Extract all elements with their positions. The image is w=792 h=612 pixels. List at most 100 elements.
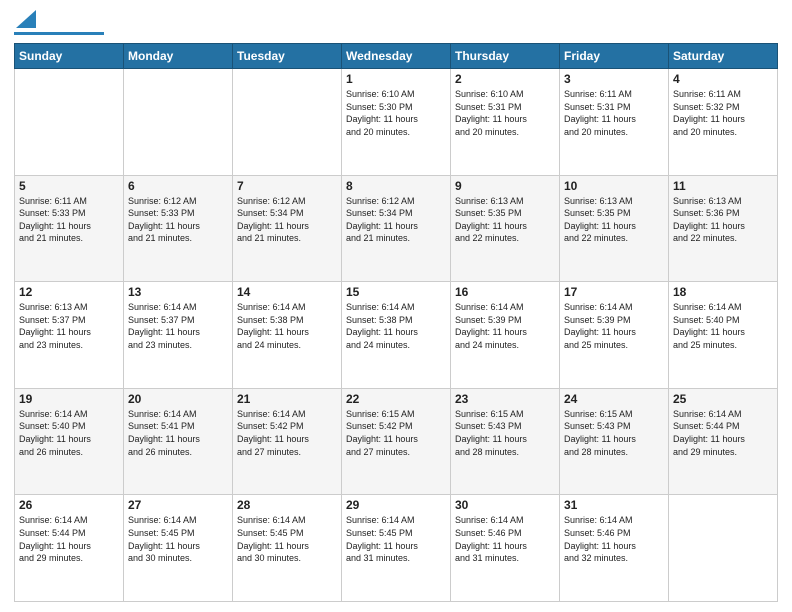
day-number-17: 17 <box>564 285 664 299</box>
day-info-7: Sunrise: 6:12 AM Sunset: 5:34 PM Dayligh… <box>237 195 337 245</box>
day-info-30: Sunrise: 6:14 AM Sunset: 5:46 PM Dayligh… <box>455 514 555 564</box>
day-info-16: Sunrise: 6:14 AM Sunset: 5:39 PM Dayligh… <box>455 301 555 351</box>
calendar-cell-4-2: 28 Sunrise: 6:14 AM Sunset: 5:45 PM Dayli… <box>233 495 342 602</box>
header-saturday: Saturday <box>669 44 778 69</box>
day-info-31: Sunrise: 6:14 AM Sunset: 5:46 PM Dayligh… <box>564 514 664 564</box>
calendar-cell-1-3: 8Sunrise: 6:12 AM Sunset: 5:34 PM Daylig… <box>342 175 451 282</box>
day-number-14: 14 <box>237 285 337 299</box>
calendar-cell-4-3: 29Sunrise: 6:14 AM Sunset: 5:45 PM Dayli… <box>342 495 451 602</box>
calendar-cell-3-4: 23 Sunrise: 6:15 AM Sunset: 5:43 PM Dayli… <box>451 388 560 495</box>
page: Sunday Monday Tuesday Wednesday Thursday… <box>0 0 792 612</box>
calendar-cell-4-5: 31 Sunrise: 6:14 AM Sunset: 5:46 PM Dayli… <box>560 495 669 602</box>
day-number-22: 22 <box>346 392 446 406</box>
day-info-12: Sunrise: 6:13 AM Sunset: 5:37 PM Dayligh… <box>19 301 119 351</box>
day-info-8: Sunrise: 6:12 AM Sunset: 5:34 PM Dayligh… <box>346 195 446 245</box>
day-number-15: 15 <box>346 285 446 299</box>
day-number-30: 30 <box>455 498 555 512</box>
calendar-cell-3-6: 25 Sunrise: 6:14 AM Sunset: 5:44 PM Dayli… <box>669 388 778 495</box>
week-row-5: 26 Sunrise: 6:14 AM Sunset: 5:44 PM Dayli… <box>15 495 778 602</box>
header-friday: Friday <box>560 44 669 69</box>
header-thursday: Thursday <box>451 44 560 69</box>
calendar-cell-1-1: 6Sunrise: 6:12 AM Sunset: 5:33 PM Daylig… <box>124 175 233 282</box>
calendar-cell-3-3: 22Sunrise: 6:15 AM Sunset: 5:42 PM Dayli… <box>342 388 451 495</box>
header-monday: Monday <box>124 44 233 69</box>
day-info-27: Sunrise: 6:14 AM Sunset: 5:45 PM Dayligh… <box>128 514 228 564</box>
day-number-9: 9 <box>455 179 555 193</box>
day-info-26: Sunrise: 6:14 AM Sunset: 5:44 PM Dayligh… <box>19 514 119 564</box>
calendar-cell-4-1: 27 Sunrise: 6:14 AM Sunset: 5:45 PM Dayli… <box>124 495 233 602</box>
day-info-2: Sunrise: 6:10 AM Sunset: 5:31 PM Dayligh… <box>455 88 555 138</box>
calendar-cell-4-0: 26 Sunrise: 6:14 AM Sunset: 5:44 PM Dayli… <box>15 495 124 602</box>
calendar-cell-1-6: 11 Sunrise: 6:13 AM Sunset: 5:36 PM Dayli… <box>669 175 778 282</box>
calendar-cell-1-5: 10 Sunrise: 6:13 AM Sunset: 5:35 PM Dayli… <box>560 175 669 282</box>
calendar-cell-3-2: 21 Sunrise: 6:14 AM Sunset: 5:42 PM Dayli… <box>233 388 342 495</box>
day-info-6: Sunrise: 6:12 AM Sunset: 5:33 PM Dayligh… <box>128 195 228 245</box>
calendar-cell-3-5: 24Sunrise: 6:15 AM Sunset: 5:43 PM Dayli… <box>560 388 669 495</box>
week-row-4: 19 Sunrise: 6:14 AM Sunset: 5:40 PM Dayli… <box>15 388 778 495</box>
calendar-cell-0-3: 1 Sunrise: 6:10 AM Sunset: 5:30 PM Daylig… <box>342 69 451 176</box>
day-number-28: 28 <box>237 498 337 512</box>
day-info-10: Sunrise: 6:13 AM Sunset: 5:35 PM Dayligh… <box>564 195 664 245</box>
logo <box>14 10 104 35</box>
day-number-1: 1 <box>346 72 446 86</box>
day-info-23: Sunrise: 6:15 AM Sunset: 5:43 PM Dayligh… <box>455 408 555 458</box>
day-number-3: 3 <box>564 72 664 86</box>
calendar-cell-0-1 <box>124 69 233 176</box>
calendar-cell-3-1: 20 Sunrise: 6:14 AM Sunset: 5:41 PM Dayli… <box>124 388 233 495</box>
day-info-13: Sunrise: 6:14 AM Sunset: 5:37 PM Dayligh… <box>128 301 228 351</box>
calendar-cell-2-4: 16Sunrise: 6:14 AM Sunset: 5:39 PM Dayli… <box>451 282 560 389</box>
day-number-23: 23 <box>455 392 555 406</box>
day-number-29: 29 <box>346 498 446 512</box>
day-info-28: Sunrise: 6:14 AM Sunset: 5:45 PM Dayligh… <box>237 514 337 564</box>
day-info-20: Sunrise: 6:14 AM Sunset: 5:41 PM Dayligh… <box>128 408 228 458</box>
day-info-11: Sunrise: 6:13 AM Sunset: 5:36 PM Dayligh… <box>673 195 773 245</box>
calendar-cell-2-6: 18 Sunrise: 6:14 AM Sunset: 5:40 PM Dayli… <box>669 282 778 389</box>
calendar-cell-3-0: 19 Sunrise: 6:14 AM Sunset: 5:40 PM Dayli… <box>15 388 124 495</box>
day-number-18: 18 <box>673 285 773 299</box>
day-number-24: 24 <box>564 392 664 406</box>
logo-underline <box>14 32 104 35</box>
header-wednesday: Wednesday <box>342 44 451 69</box>
calendar-cell-2-2: 14 Sunrise: 6:14 AM Sunset: 5:38 PM Dayli… <box>233 282 342 389</box>
day-info-15: Sunrise: 6:14 AM Sunset: 5:38 PM Dayligh… <box>346 301 446 351</box>
day-number-4: 4 <box>673 72 773 86</box>
day-info-4: Sunrise: 6:11 AM Sunset: 5:32 PM Dayligh… <box>673 88 773 138</box>
calendar-cell-0-0 <box>15 69 124 176</box>
day-info-21: Sunrise: 6:14 AM Sunset: 5:42 PM Dayligh… <box>237 408 337 458</box>
calendar-cell-4-4: 30 Sunrise: 6:14 AM Sunset: 5:46 PM Dayli… <box>451 495 560 602</box>
day-number-19: 19 <box>19 392 119 406</box>
calendar-cell-2-0: 12 Sunrise: 6:13 AM Sunset: 5:37 PM Dayli… <box>15 282 124 389</box>
logo-icon <box>16 10 36 28</box>
day-info-9: Sunrise: 6:13 AM Sunset: 5:35 PM Dayligh… <box>455 195 555 245</box>
day-number-20: 20 <box>128 392 228 406</box>
day-number-13: 13 <box>128 285 228 299</box>
day-info-18: Sunrise: 6:14 AM Sunset: 5:40 PM Dayligh… <box>673 301 773 351</box>
calendar-cell-0-5: 3Sunrise: 6:11 AM Sunset: 5:31 PM Daylig… <box>560 69 669 176</box>
day-number-5: 5 <box>19 179 119 193</box>
day-number-7: 7 <box>237 179 337 193</box>
calendar-cell-1-2: 7 Sunrise: 6:12 AM Sunset: 5:34 PM Daylig… <box>233 175 342 282</box>
day-number-27: 27 <box>128 498 228 512</box>
calendar-cell-2-3: 15 Sunrise: 6:14 AM Sunset: 5:38 PM Dayli… <box>342 282 451 389</box>
header-tuesday: Tuesday <box>233 44 342 69</box>
day-number-26: 26 <box>19 498 119 512</box>
day-number-31: 31 <box>564 498 664 512</box>
calendar-cell-0-4: 2 Sunrise: 6:10 AM Sunset: 5:31 PM Daylig… <box>451 69 560 176</box>
calendar-table: Sunday Monday Tuesday Wednesday Thursday… <box>14 43 778 602</box>
week-row-3: 12 Sunrise: 6:13 AM Sunset: 5:37 PM Dayli… <box>15 282 778 389</box>
day-number-2: 2 <box>455 72 555 86</box>
calendar-cell-2-5: 17 Sunrise: 6:14 AM Sunset: 5:39 PM Dayli… <box>560 282 669 389</box>
calendar-cell-0-6: 4 Sunrise: 6:11 AM Sunset: 5:32 PM Daylig… <box>669 69 778 176</box>
calendar-cell-1-4: 9 Sunrise: 6:13 AM Sunset: 5:35 PM Daylig… <box>451 175 560 282</box>
day-info-19: Sunrise: 6:14 AM Sunset: 5:40 PM Dayligh… <box>19 408 119 458</box>
day-info-1: Sunrise: 6:10 AM Sunset: 5:30 PM Dayligh… <box>346 88 446 138</box>
day-number-10: 10 <box>564 179 664 193</box>
day-info-25: Sunrise: 6:14 AM Sunset: 5:44 PM Dayligh… <box>673 408 773 458</box>
day-info-14: Sunrise: 6:14 AM Sunset: 5:38 PM Dayligh… <box>237 301 337 351</box>
day-number-11: 11 <box>673 179 773 193</box>
day-info-17: Sunrise: 6:14 AM Sunset: 5:39 PM Dayligh… <box>564 301 664 351</box>
day-number-25: 25 <box>673 392 773 406</box>
day-number-21: 21 <box>237 392 337 406</box>
calendar-header-row: Sunday Monday Tuesday Wednesday Thursday… <box>15 44 778 69</box>
day-number-12: 12 <box>19 285 119 299</box>
